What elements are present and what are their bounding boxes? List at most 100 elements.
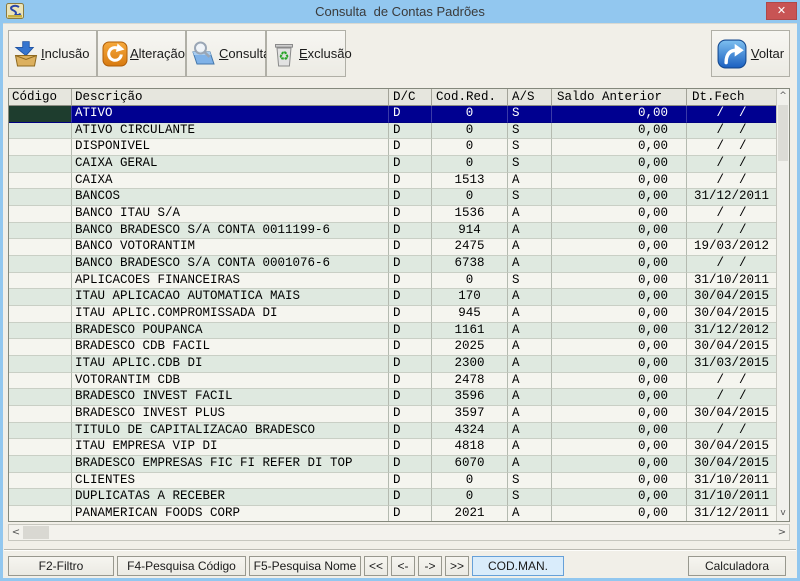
horizontal-scrollbar[interactable]: < > [8,524,790,541]
cell-dtfech[interactable]: 31/10/2011 [687,473,776,490]
cell-dtfech[interactable]: / / [687,256,776,273]
cell-descricao[interactable]: DISPONIVEL [72,139,389,156]
voltar-button[interactable]: Voltar [711,30,790,77]
table-row[interactable]: PANAMERICAN FOODS CORPD2021A0,0031/12/20… [9,506,776,521]
close-icon[interactable]: ✕ [766,2,797,20]
cell-descricao[interactable]: BRADESCO POUPANCA [72,323,389,340]
cell-codigo[interactable] [9,339,72,356]
table-row[interactable]: ITAU APLICACAO AUTOMATICA MAISD170A0,003… [9,289,776,306]
cell-saldo[interactable]: 0,00 [552,473,687,490]
cell-dc[interactable]: D [389,256,432,273]
cell-saldo[interactable]: 0,00 [552,339,687,356]
cell-saldo[interactable]: 0,00 [552,256,687,273]
cell-dtfech[interactable]: 30/04/2015 [687,406,776,423]
cell-dc[interactable]: D [389,489,432,506]
table-row[interactable]: ITAU EMPRESA VIP DID4818A0,0030/04/2015 [9,439,776,456]
cell-codigo[interactable] [9,406,72,423]
cell-descricao[interactable]: ITAU APLIC.COMPROMISSADA DI [72,306,389,323]
cell-saldo[interactable]: 0,00 [552,506,687,521]
cell-dc[interactable]: D [389,173,432,190]
cell-dc[interactable]: D [389,139,432,156]
cell-saldo[interactable]: 0,00 [552,223,687,240]
cell-as[interactable]: A [508,506,552,521]
cell-codigo[interactable] [9,439,72,456]
cell-dc[interactable]: D [389,156,432,173]
cell-codigo[interactable] [9,123,72,140]
last-record-button[interactable]: >> [445,556,469,576]
cell-descricao[interactable]: BRADESCO INVEST FACIL [72,389,389,406]
header-as[interactable]: A/S [508,89,552,106]
cell-saldo[interactable]: 0,00 [552,106,687,123]
cell-as[interactable]: S [508,489,552,506]
table-row[interactable]: BANCO BRADESCO S/A CONTA 0011199-6D914A0… [9,223,776,240]
cell-dtfech[interactable]: / / [687,389,776,406]
horizontal-scroll-thumb[interactable] [23,526,49,539]
cell-dtfech[interactable]: / / [687,156,776,173]
cell-as[interactable]: S [508,273,552,290]
title-bar[interactable]: Consulta de Contas Padrões ✕ [0,0,800,23]
cell-dtfech[interactable]: 31/10/2011 [687,273,776,290]
table-row[interactable]: BANCO BRADESCO S/A CONTA 0001076-6D6738A… [9,256,776,273]
header-saldo-anterior[interactable]: Saldo Anterior [552,89,687,106]
cell-codred[interactable]: 0 [432,156,508,173]
scroll-right-icon[interactable]: > [775,525,789,540]
table-row[interactable]: BANCOSD0S0,0031/12/2011 [9,189,776,206]
table-row[interactable]: BRADESCO INVEST FACILD3596A0,00/ / [9,389,776,406]
cell-dc[interactable]: D [389,223,432,240]
cod-man-button[interactable]: COD.MAN. [472,556,564,576]
cell-dc[interactable]: D [389,206,432,223]
cell-codigo[interactable] [9,306,72,323]
cell-codred[interactable]: 0 [432,106,508,123]
cell-as[interactable]: S [508,189,552,206]
cell-descricao[interactable]: ITAU APLIC.CDB DI [72,356,389,373]
table-row[interactable]: BRADESCO CDB FACILD2025A0,0030/04/2015 [9,339,776,356]
cell-as[interactable]: A [508,289,552,306]
f4-pesquisa-codigo-button[interactable]: F4-Pesquisa Código [117,556,246,576]
cell-codigo[interactable] [9,456,72,473]
cell-as[interactable]: A [508,239,552,256]
cell-as[interactable]: A [508,173,552,190]
table-row[interactable]: TITULO DE CAPITALIZACAO BRADESCOD4324A0,… [9,423,776,440]
cell-descricao[interactable]: ATIVO CIRCULANTE [72,123,389,140]
cell-descricao[interactable]: VOTORANTIM CDB [72,373,389,390]
cell-codigo[interactable] [9,373,72,390]
table-row[interactable]: CLIENTESD0S0,0031/10/2011 [9,473,776,490]
cell-as[interactable]: A [508,306,552,323]
cell-dtfech[interactable]: / / [687,223,776,240]
cell-codred[interactable]: 2478 [432,373,508,390]
cell-as[interactable]: A [508,373,552,390]
vertical-scroll-thumb[interactable] [778,105,788,161]
cell-codigo[interactable] [9,389,72,406]
cell-codred[interactable]: 2300 [432,356,508,373]
header-codred[interactable]: Cod.Red. [432,89,508,106]
cell-descricao[interactable]: TITULO DE CAPITALIZACAO BRADESCO [72,423,389,440]
cell-as[interactable]: S [508,473,552,490]
cell-codigo[interactable] [9,289,72,306]
cell-descricao[interactable]: BANCO BRADESCO S/A CONTA 0001076-6 [72,256,389,273]
cell-dc[interactable]: D [389,389,432,406]
cell-codigo[interactable] [9,356,72,373]
header-dc[interactable]: D/C [389,89,432,106]
cell-codigo[interactable] [9,423,72,440]
cell-codred[interactable]: 0 [432,189,508,206]
cell-dtfech[interactable]: / / [687,173,776,190]
f2-filtro-button[interactable]: F2-Filtro [8,556,114,576]
table-row[interactable]: CAIXA GERALD0S0,00/ / [9,156,776,173]
cell-as[interactable]: S [508,156,552,173]
cell-dc[interactable]: D [389,306,432,323]
vertical-scrollbar[interactable]: ^ v [776,89,789,521]
cell-descricao[interactable]: DUPLICATAS A RECEBER [72,489,389,506]
cell-descricao[interactable]: BRADESCO EMPRESAS FIC FI REFER DI TOP [72,456,389,473]
cell-codred[interactable]: 1161 [432,323,508,340]
cell-codred[interactable]: 4324 [432,423,508,440]
cell-dtfech[interactable]: 31/12/2011 [687,189,776,206]
cell-codred[interactable]: 0 [432,273,508,290]
calculadora-button[interactable]: Calculadora [688,556,786,576]
cell-dtfech[interactable]: 31/12/2011 [687,506,776,521]
cell-as[interactable]: A [508,423,552,440]
cell-dtfech[interactable]: / / [687,106,776,123]
cell-dtfech[interactable]: 30/04/2015 [687,339,776,356]
table-row[interactable]: BRADESCO POUPANCAD1161A0,0031/12/2012 [9,323,776,340]
cell-saldo[interactable]: 0,00 [552,156,687,173]
table-row[interactable]: ITAU APLIC.COMPROMISSADA DID945A0,0030/0… [9,306,776,323]
